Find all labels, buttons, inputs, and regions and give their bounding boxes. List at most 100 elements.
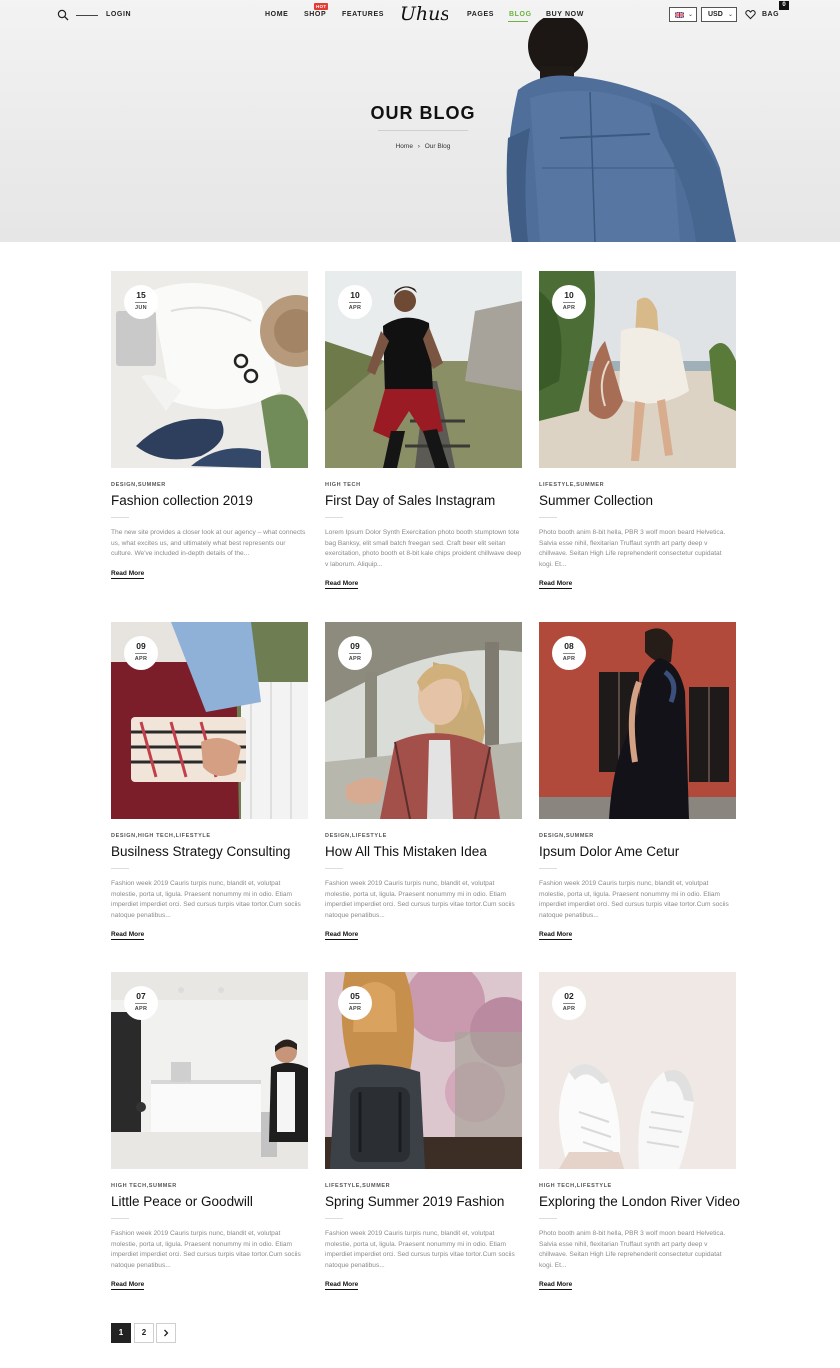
login-link[interactable]: LOGIN	[106, 11, 131, 18]
nav-features[interactable]: FEATURES	[342, 11, 384, 18]
post-title[interactable]: Summer Collection	[539, 493, 653, 508]
post-title[interactable]: Fashion collection 2019	[111, 493, 253, 508]
post-image[interactable]: 09 APR	[111, 622, 308, 819]
date-badge: 08 APR	[552, 636, 586, 670]
read-more-link[interactable]: Read More	[111, 570, 145, 579]
post-title[interactable]: Busilness Strategy Consulting	[111, 844, 290, 859]
post-categories[interactable]: LIFESTYLE,SUMMER	[325, 1183, 390, 1189]
breadcrumb-current: Our Blog	[424, 143, 451, 150]
post-image[interactable]: 15 JUN	[111, 271, 308, 468]
post-title[interactable]: Spring Summer 2019 Fashion	[325, 1194, 504, 1209]
nav-pages[interactable]: PAGES	[467, 11, 494, 18]
post-categories[interactable]: HIGH TECH,SUMMER	[111, 1183, 177, 1189]
nav-home[interactable]: HOME	[265, 11, 288, 18]
post-title[interactable]: Ipsum Dolor Ame Cetur	[539, 844, 679, 859]
page-title: OUR BLOG	[370, 103, 476, 123]
post-image[interactable]: 08 APR	[539, 622, 736, 819]
chevron-right-icon	[164, 1329, 169, 1337]
breadcrumb-separator-icon: ›	[417, 143, 420, 150]
post-divider	[325, 1218, 343, 1219]
post-categories[interactable]: DESIGN,SUMMER	[111, 482, 166, 488]
date-day: 10	[350, 290, 360, 300]
hot-badge: HOT	[314, 3, 329, 10]
post-categories[interactable]: HIGH TECH,LIFESTYLE	[539, 1183, 612, 1189]
date-month: JUN	[135, 305, 147, 311]
post-excerpt: The new site provides a closer look at o…	[111, 529, 306, 557]
date-badge: 09 APR	[124, 636, 158, 670]
date-badge: 10 APR	[338, 285, 372, 319]
title-divider	[378, 130, 468, 131]
date-divider	[135, 1003, 147, 1004]
date-divider	[563, 653, 575, 654]
date-day: 10	[564, 290, 574, 300]
chevron-down-icon: ⌄	[688, 12, 694, 18]
post-image[interactable]: 10 APR	[325, 271, 522, 468]
post-title[interactable]: Exploring the London River Video	[539, 1194, 740, 1209]
post-title[interactable]: Little Peace or Goodwill	[111, 1194, 253, 1209]
date-day: 08	[564, 641, 574, 651]
nav-buy-now[interactable]: BUY NOW	[546, 11, 584, 18]
read-more-link[interactable]: Read More	[539, 1281, 573, 1290]
uk-flag-icon	[675, 12, 684, 18]
post-divider	[539, 868, 557, 869]
post-categories[interactable]: HIGH TECH	[325, 482, 361, 488]
blog-post-card: 07 APR HIGH TECH,SUMMER Little Peace or …	[111, 972, 308, 1290]
bag-count-badge: 0	[779, 1, 789, 10]
post-title[interactable]: How All This Mistaken Idea	[325, 844, 487, 859]
post-excerpt: Fashion week 2019 Cauris turpis nunc, bl…	[325, 1230, 515, 1269]
date-month: APR	[134, 656, 148, 662]
date-divider	[135, 653, 147, 654]
heart-icon[interactable]	[745, 9, 756, 20]
date-day: 05	[350, 991, 360, 1001]
chevron-down-icon: ⌄	[728, 12, 734, 18]
post-categories[interactable]: LIFESTYLE,SUMMER	[539, 482, 604, 488]
post-divider	[539, 1218, 557, 1219]
post-image[interactable]: 07 APR	[111, 972, 308, 1169]
read-more-link[interactable]: Read More	[111, 1281, 145, 1290]
date-day: 09	[136, 641, 146, 651]
read-more-link[interactable]: Read More	[325, 580, 359, 589]
blog-post-card: 02 APR HIGH TECH,LIFESTYLE Exploring the…	[539, 972, 740, 1290]
currency-selector[interactable]: USD ⌄	[701, 7, 737, 22]
post-divider	[325, 517, 343, 518]
read-more-link[interactable]: Read More	[539, 931, 573, 940]
post-categories[interactable]: DESIGN,LIFESTYLE	[325, 833, 387, 839]
brand-logo[interactable]: Uhus	[402, 2, 448, 26]
pagination-page-2[interactable]: 2	[134, 1323, 154, 1343]
read-more-link[interactable]: Read More	[325, 931, 359, 940]
date-divider	[349, 1003, 361, 1004]
post-image[interactable]: 09 APR	[325, 622, 522, 819]
post-divider	[111, 1218, 129, 1219]
date-month: APR	[348, 656, 362, 662]
post-image[interactable]: 05 APR	[325, 972, 522, 1169]
search-icon[interactable]	[57, 9, 69, 21]
post-categories[interactable]: DESIGN,SUMMER	[539, 833, 594, 839]
nav-shop[interactable]: SHOP	[304, 11, 326, 18]
date-divider	[349, 302, 361, 303]
date-day: 15	[136, 290, 146, 300]
date-divider	[349, 653, 361, 654]
post-excerpt: Fashion week 2019 Cauris turpis nunc, bl…	[111, 1230, 301, 1269]
breadcrumb: Home › Our Blog	[0, 143, 840, 150]
bag-link[interactable]: BAG	[762, 11, 779, 18]
date-badge: 02 APR	[552, 986, 586, 1020]
read-more-link[interactable]: Read More	[325, 1281, 359, 1290]
post-excerpt: Fashion week 2019 Cauris turpis nunc, bl…	[325, 880, 515, 919]
date-divider	[135, 302, 147, 303]
nav-blog[interactable]: BLOG	[509, 11, 532, 18]
date-divider	[563, 1003, 575, 1004]
date-month: APR	[348, 1006, 362, 1012]
post-image[interactable]: 10 APR	[539, 271, 736, 468]
post-categories[interactable]: DESIGN,HIGH TECH,LIFESTYLE	[111, 833, 211, 839]
post-divider	[325, 868, 343, 869]
pagination-next[interactable]	[156, 1323, 176, 1343]
read-more-link[interactable]: Read More	[539, 580, 573, 589]
date-badge: 07 APR	[124, 986, 158, 1020]
date-month: APR	[348, 305, 362, 311]
read-more-link[interactable]: Read More	[111, 931, 145, 940]
language-selector[interactable]: ⌄	[669, 7, 697, 22]
pagination-page-1[interactable]: 1	[111, 1323, 131, 1343]
breadcrumb-home[interactable]: Home	[396, 143, 413, 150]
post-title[interactable]: First Day of Sales Instagram	[325, 493, 495, 508]
post-image[interactable]: 02 APR	[539, 972, 736, 1169]
